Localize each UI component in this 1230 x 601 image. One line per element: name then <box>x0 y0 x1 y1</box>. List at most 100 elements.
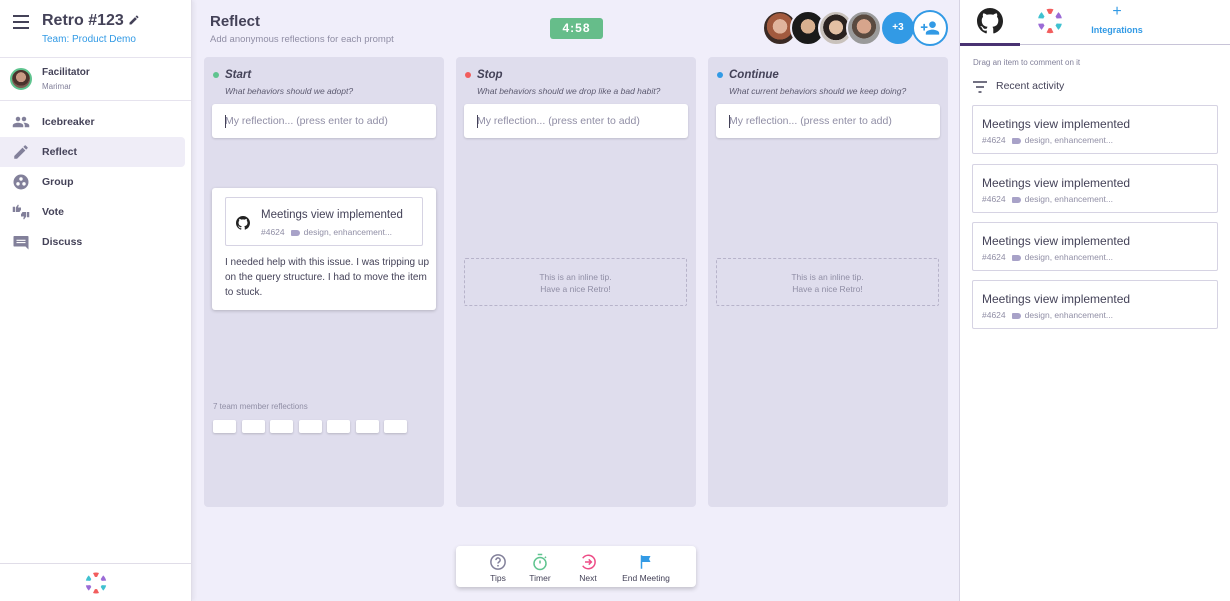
column-dot <box>465 72 471 78</box>
item-title: Meetings view implemented <box>982 176 1131 190</box>
activity-item[interactable]: Meetings view implemented #4624 design, e… <box>972 280 1218 329</box>
avatar[interactable] <box>846 10 882 46</box>
facilitator: Facilitator Marimar <box>0 58 191 101</box>
team-reflection-chip <box>241 420 265 433</box>
item-number: #4624 <box>982 252 1006 262</box>
timer-label: Timer <box>529 573 551 583</box>
linked-issue[interactable]: Meetings view implemented #4624 design, e… <box>225 197 423 246</box>
facilitator-name: Marimar <box>42 82 72 91</box>
parabol-logo-icon <box>1038 8 1062 34</box>
tips-button[interactable]: Tips <box>484 546 512 587</box>
tip-line: Have a nice Retro! <box>540 284 611 294</box>
edit-pencil-icon[interactable] <box>128 14 140 26</box>
item-meta: #4624 design, enhancement... <box>982 310 1113 320</box>
sidebar-header: Retro #123 Team: Product Demo <box>0 0 191 58</box>
column-question: What behaviors should we drop like a bad… <box>477 86 661 96</box>
item-number: #4624 <box>982 194 1006 204</box>
activity-item[interactable]: Meetings view implemented #4624 design, e… <box>972 222 1218 271</box>
nav-item-reflect[interactable]: Reflect <box>0 137 185 167</box>
team-reflections-label: 7 team member reflections <box>213 402 308 411</box>
reflection-card[interactable]: Meetings view implemented #4624 design, e… <box>212 188 436 310</box>
filter-label: Recent activity <box>996 80 1065 92</box>
tip-line: This is an inline tip. <box>539 272 612 282</box>
thumbs-icon <box>12 204 30 220</box>
chat-icon <box>13 236 29 250</box>
text-caret <box>477 115 478 128</box>
issue-number: #4624 <box>261 227 285 237</box>
parabol-logo-icon[interactable] <box>84 571 108 595</box>
nav-item-vote[interactable]: Vote <box>0 197 185 227</box>
tips-label: Tips <box>490 573 506 583</box>
nav-label: Reflect <box>42 146 78 158</box>
group-icon <box>13 174 29 190</box>
text-caret <box>729 115 730 128</box>
menu-icon[interactable] <box>13 15 29 29</box>
nav-item-icebreaker[interactable]: Icebreaker <box>0 107 185 137</box>
nav-label: Icebreaker <box>42 116 95 128</box>
timer-badge[interactable]: 4:58 <box>550 18 603 39</box>
github-icon <box>977 8 1003 34</box>
column-title: Continue <box>729 69 779 81</box>
column-title: Start <box>225 69 252 81</box>
team-reflection-chip <box>298 420 322 433</box>
item-meta: #4624 design, enhancement... <box>982 252 1113 262</box>
item-meta: #4624 design, enhancement... <box>982 194 1113 204</box>
tab-integrations[interactable]: + Integrations <box>1082 0 1152 45</box>
plus-icon: + <box>1112 3 1122 20</box>
phase-description: Add anonymous reflections for each promp… <box>210 34 394 45</box>
tab-github[interactable] <box>960 0 1020 46</box>
github-icon <box>236 216 250 230</box>
add-participant-button[interactable] <box>912 10 948 46</box>
column-dot <box>717 72 723 78</box>
team-reflection-chip <box>327 420 350 433</box>
nav-label: Group <box>42 176 74 188</box>
item-number: #4624 <box>982 135 1006 145</box>
tab-parabol[interactable] <box>1022 0 1078 45</box>
item-labels: design, enhancement... <box>1024 135 1114 145</box>
issue-meta: #4624 design, enhancement... <box>261 227 392 237</box>
nav-item-discuss[interactable]: Discuss <box>0 227 185 257</box>
item-labels: design, enhancement... <box>1024 252 1114 262</box>
item-title: Meetings view implemented <box>982 234 1131 248</box>
end-meeting-button[interactable]: End Meeting <box>618 546 674 587</box>
sidebar: Retro #123 Team: Product Demo Facilitato… <box>0 0 192 601</box>
retro-title: Retro #123 <box>42 12 124 29</box>
activity-item[interactable]: Meetings view implemented #4624 design, e… <box>972 164 1218 213</box>
column-start: Start What behaviors should we adopt? Me… <box>204 57 444 507</box>
drag-hint: Drag an item to comment on it <box>973 58 1081 67</box>
more-participants-badge[interactable]: +3 <box>880 10 916 46</box>
column-question: What behaviors should we adopt? <box>225 86 354 96</box>
phase-nav: Icebreaker Reflect Group Vote Discuss <box>0 101 191 257</box>
team-reflection-chip <box>384 420 407 433</box>
stopwatch-icon <box>533 553 547 571</box>
reflection-input[interactable] <box>212 104 436 138</box>
nav-item-group[interactable]: Group <box>0 167 185 197</box>
inline-tip: This is an inline tip. Have a nice Retro… <box>464 258 687 306</box>
label-icon <box>1011 196 1021 203</box>
tip-line: This is an inline tip. <box>791 272 864 282</box>
item-labels: design, enhancement... <box>1024 194 1114 204</box>
tip-line: Have a nice Retro! <box>792 284 863 294</box>
reflection-input[interactable] <box>464 104 688 138</box>
phase-title: Reflect <box>210 13 261 30</box>
team-reflection-chip <box>270 420 293 433</box>
team-link[interactable]: Team: Product Demo <box>42 34 136 45</box>
people-icon <box>12 116 30 128</box>
timer-button[interactable]: Timer <box>524 546 556 587</box>
item-number: #4624 <box>982 310 1006 320</box>
item-labels: design, enhancement... <box>1024 310 1114 320</box>
column-title: Stop <box>477 69 503 81</box>
panel-tabs: + Integrations <box>960 0 1230 46</box>
next-button[interactable]: Next <box>574 546 602 587</box>
end-meeting-label: End Meeting <box>622 573 670 583</box>
activity-item[interactable]: Meetings view implemented #4624 design, e… <box>972 105 1218 154</box>
inline-tip: This is an inline tip. Have a nice Retro… <box>716 258 939 306</box>
facilitator-label: Facilitator <box>42 67 90 78</box>
reflection-input[interactable] <box>716 104 940 138</box>
item-title: Meetings view implemented <box>982 292 1131 306</box>
nav-label: Discuss <box>42 236 83 248</box>
item-meta: #4624 design, enhancement... <box>982 135 1113 145</box>
column-dot <box>213 72 219 78</box>
filter-icon <box>973 81 987 93</box>
column-continue: Continue What current behaviors should w… <box>708 57 948 507</box>
